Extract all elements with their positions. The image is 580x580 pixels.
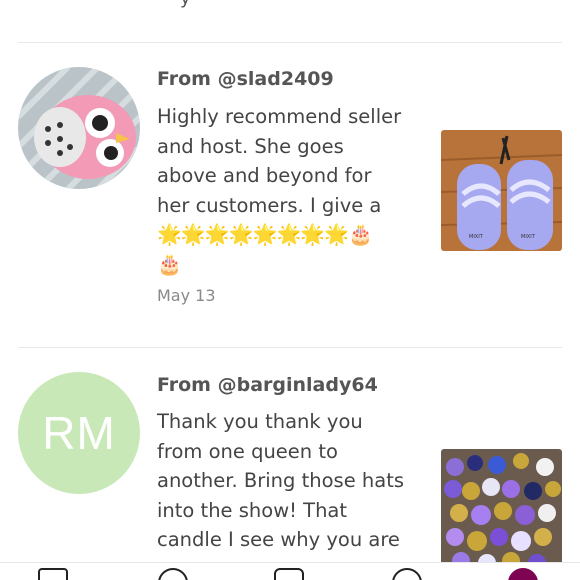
svg-text:MIXIT: MIXIT (521, 234, 536, 240)
review-line: her customers. I give a (157, 193, 382, 217)
review-line: above and beyond for (157, 164, 372, 187)
review-line: into the show! That (157, 498, 348, 522)
review-text: Highly recommend seller and host. She go… (157, 102, 427, 279)
divider (18, 42, 562, 43)
search-icon[interactable] (158, 568, 188, 580)
review-date: May 13 (157, 286, 216, 305)
chat-icon[interactable] (392, 568, 422, 580)
owl-avatar-icon[interactable] (18, 67, 140, 189)
party-balloons-photo[interactable] (441, 449, 562, 570)
review-line: candle I see why you are (157, 528, 400, 551)
cut-off-text: y (180, 0, 191, 9)
reviewer-handle[interactable]: From @barginlady64 (157, 374, 378, 396)
account-icon[interactable] (508, 568, 538, 580)
review-line: from one queen to (157, 439, 338, 463)
bottom-nav (0, 562, 580, 580)
divider (18, 347, 562, 348)
profile-icon[interactable] (38, 568, 68, 580)
lavender-sandals-photo[interactable]: MIXIT MIXIT (441, 130, 562, 251)
initials-avatar[interactable]: RM (18, 372, 140, 494)
svg-text:MIXIT: MIXIT (469, 234, 484, 240)
emoji-line: 🌟🌟🌟🌟🌟🌟🌟🌟🎂 (157, 222, 373, 246)
previous-review-tail: y (0, 0, 580, 44)
emoji-line: 🎂 (157, 251, 182, 276)
review-line: and host. She goes (157, 134, 344, 158)
reviewer-handle[interactable]: From @slad2409 (157, 68, 334, 90)
review-line: Thank you thank you (157, 410, 363, 433)
review-line: another. Bring those hats (157, 469, 405, 492)
review-text: Thank you thank you from one queen to an… (157, 407, 427, 555)
camera-icon[interactable] (274, 568, 304, 580)
review-line: Highly recommend seller (157, 105, 402, 128)
